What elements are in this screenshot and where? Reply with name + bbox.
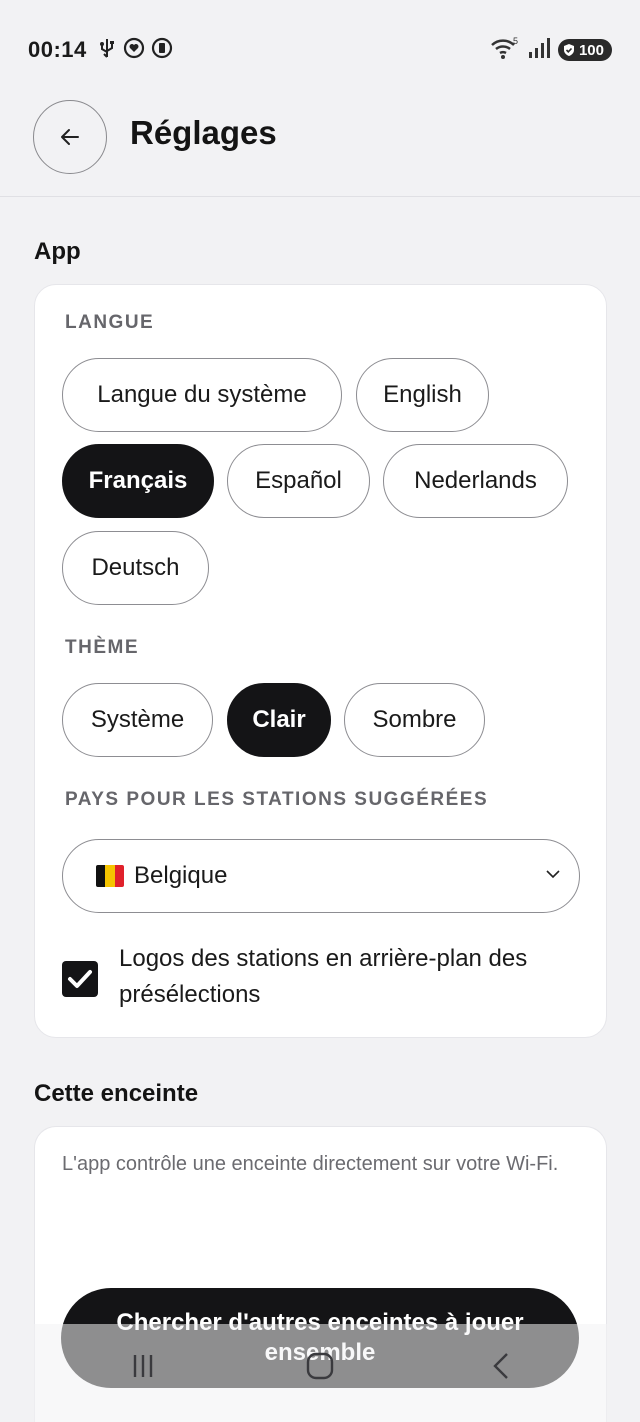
recents-icon	[133, 1355, 153, 1377]
status-bar: 00:14 5 100	[0, 0, 640, 100]
chip-theme-system[interactable]: Système	[62, 683, 213, 757]
speaker-description: L'app contrôle une enceinte directement …	[62, 1153, 559, 1175]
belgium-flag-icon	[96, 865, 124, 887]
back-icon	[493, 1353, 508, 1379]
flag-stripe-yellow	[105, 865, 115, 887]
station-logos-checkbox[interactable]	[62, 961, 98, 997]
country-select[interactable]: Belgique	[62, 839, 580, 913]
app-section-title: App	[34, 238, 81, 265]
theme-label: THÈME	[65, 637, 139, 658]
chip-theme-dark[interactable]: Sombre	[344, 683, 485, 757]
nav-back-button[interactable]	[479, 1344, 523, 1388]
battery-saver-icon	[151, 37, 173, 64]
page-header: Réglages	[0, 100, 640, 197]
flag-stripe-red	[114, 865, 124, 887]
chevron-down-icon	[546, 870, 560, 879]
speaker-section-title: Cette enceinte	[34, 1080, 199, 1107]
battery-level: 100	[578, 41, 604, 59]
chip-language-francais[interactable]: Français	[62, 444, 214, 518]
battery-badge: 100	[557, 39, 612, 61]
app-settings-card: LANGUE Langue du système English Françai…	[34, 284, 607, 1038]
country-value: Belgique	[134, 862, 228, 889]
recents-button[interactable]	[121, 1344, 165, 1388]
wifi-badge: 5	[513, 36, 518, 46]
status-left: 00:14	[28, 37, 173, 64]
home-icon	[306, 1352, 334, 1380]
heart-circle-icon	[123, 37, 145, 64]
shield-check-icon	[563, 44, 574, 56]
station-logos-label[interactable]: Logos des stations en arrière-plan des p…	[119, 941, 589, 1013]
checkmark-icon	[68, 970, 92, 988]
status-icons	[97, 37, 173, 64]
chip-theme-light[interactable]: Clair	[227, 683, 331, 757]
wifi-icon: 5	[490, 36, 520, 65]
page-title: Réglages	[130, 114, 277, 151]
flag-stripe-black	[96, 865, 106, 887]
status-time: 00:14	[28, 37, 87, 62]
system-nav-bar	[0, 1324, 640, 1422]
language-label: LANGUE	[65, 312, 155, 333]
chip-language-nederlands[interactable]: Nederlands	[383, 444, 568, 518]
chip-language-english[interactable]: English	[356, 358, 489, 432]
chip-language-deutsch[interactable]: Deutsch	[62, 531, 209, 605]
back-button[interactable]	[33, 100, 107, 174]
chip-language-system[interactable]: Langue du système	[62, 358, 342, 432]
arrow-left-icon	[61, 129, 79, 145]
country-label: PAYS POUR LES STATIONS SUGGÉRÉES	[65, 789, 489, 810]
home-button[interactable]	[298, 1344, 342, 1388]
signal-icon	[528, 37, 550, 64]
usb-icon	[97, 37, 117, 64]
status-right: 5 100	[490, 36, 612, 65]
chip-language-espanol[interactable]: Español	[227, 444, 370, 518]
